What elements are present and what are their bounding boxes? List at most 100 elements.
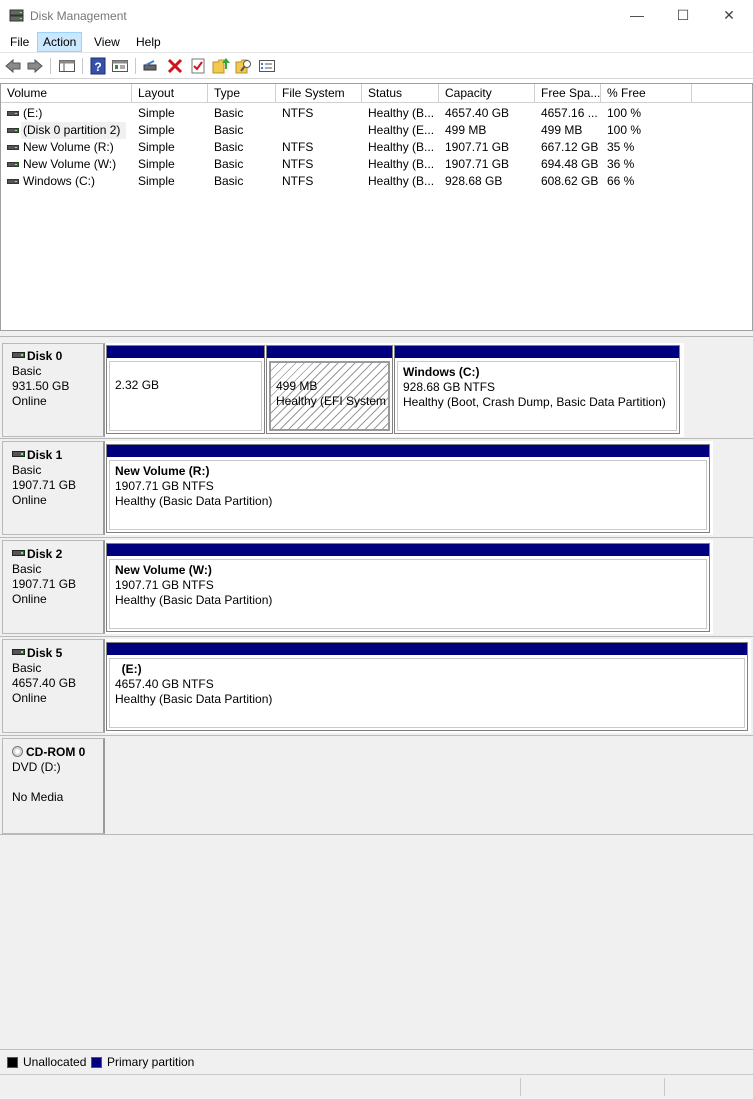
disk-type: Basic	[12, 364, 42, 378]
menu-help[interactable]: Help	[131, 32, 166, 52]
disk-name: Disk 5	[27, 646, 63, 660]
toolbar: ?	[0, 54, 753, 79]
column-header-capacity[interactable]: Capacity	[439, 84, 535, 103]
close-icon: ✕	[723, 7, 735, 23]
cdrom-0-label[interactable]: CD-ROM 0 DVD (D:) No Media	[2, 738, 105, 834]
partition-size: 2.32 GB	[115, 378, 160, 392]
column-header-file-system[interactable]: File System	[276, 84, 362, 103]
partition-body: 2.32 GB	[109, 361, 262, 431]
volume-name: Windows (C:)	[23, 174, 96, 188]
status-separator	[664, 1078, 665, 1096]
properties-icon[interactable]	[111, 57, 129, 75]
disk-1-label[interactable]: Disk 1 Basic 1907.71 GB Online	[2, 441, 105, 535]
svg-text:?: ?	[94, 60, 101, 74]
cd-icon	[12, 746, 23, 757]
table-row[interactable]: Windows (C:) Simple Basic NTFS Healthy (…	[1, 173, 701, 190]
column-header-volume[interactable]: Volume	[1, 84, 132, 103]
primary-partition-swatch	[91, 1057, 102, 1068]
disk-name: CD-ROM 0	[26, 745, 86, 759]
list-view-icon[interactable]	[258, 57, 276, 75]
volume-status: Healthy (B...	[368, 106, 435, 120]
disk-size: 4657.40 GB	[12, 676, 77, 690]
volume-name: (Disk 0 partition 2)	[21, 122, 126, 139]
disk-0-label[interactable]: Disk 0 Basic 931.50 GB Online	[2, 343, 105, 437]
disk-state: No Media	[12, 790, 64, 804]
primary-partition-bar	[107, 445, 709, 458]
toolbar-separator	[135, 58, 136, 74]
disk-state: Online	[12, 691, 47, 705]
partition-e[interactable]: (E:) 4657.40 GB NTFS Healthy (Basic Data…	[106, 642, 748, 731]
partition-disk0-efi[interactable]: 499 MB Healthy (EFI System P	[266, 345, 393, 434]
disk-icon	[12, 352, 25, 358]
partition-new-volume-w[interactable]: New Volume (W:) 1907.71 GB NTFS Healthy …	[106, 543, 710, 632]
primary-partition-bar	[267, 346, 392, 359]
volume-free-space: 608.62 GB	[541, 174, 599, 188]
volume-free-space: 694.48 GB	[541, 157, 599, 171]
unallocated-swatch	[7, 1057, 18, 1068]
forward-icon[interactable]	[26, 57, 44, 75]
table-row[interactable]: New Volume (W:) Simple Basic NTFS Health…	[1, 156, 701, 173]
partition-status: Healthy (Basic Data Partition)	[115, 494, 273, 508]
close-button[interactable]: ✕	[706, 0, 752, 31]
disk-type: Basic	[12, 661, 42, 675]
column-header-free-space[interactable]: Free Spa...	[535, 84, 601, 103]
column-header-layout[interactable]: Layout	[132, 84, 208, 103]
partition-status: Healthy (Basic Data Partition)	[115, 593, 273, 607]
disk-0-partitions: 2.32 GB 499 MB Healthy (EFI System P Win…	[105, 343, 684, 437]
menu-view[interactable]: View	[89, 32, 125, 52]
table-row[interactable]: New Volume (R:) Simple Basic NTFS Health…	[1, 139, 701, 156]
disk-state: Online	[12, 394, 47, 408]
partition-size: 4657.40 GB NTFS	[115, 677, 214, 691]
volume-percent-free: 100 %	[607, 106, 642, 120]
folder-up-icon[interactable]	[212, 57, 230, 75]
maximize-button[interactable]: ☐	[660, 0, 706, 31]
status-separator	[520, 1078, 521, 1096]
minimize-icon: —	[630, 7, 644, 23]
volume-percent-free: 100 %	[607, 123, 642, 137]
menu-action[interactable]: Action	[37, 32, 83, 52]
minimize-button[interactable]: —	[614, 0, 660, 31]
help-icon[interactable]: ?	[89, 57, 107, 75]
console-tree-icon[interactable]	[58, 57, 76, 75]
disk-2-label[interactable]: Disk 2 Basic 1907.71 GB Online	[2, 540, 105, 634]
volume-capacity: 1907.71 GB	[445, 157, 510, 171]
volume-percent-free: 66 %	[607, 174, 635, 188]
volume-layout: Simple	[138, 123, 175, 137]
table-row[interactable]: (E:) Simple Basic NTFS Healthy (B... 465…	[1, 105, 701, 122]
disk-row-divider	[0, 438, 753, 439]
column-header-type[interactable]: Type	[208, 84, 276, 103]
primary-partition-bar	[395, 346, 679, 359]
volume-free-space: 667.12 GB	[541, 140, 599, 154]
partition-size: 1907.71 GB NTFS	[115, 479, 214, 493]
table-row[interactable]: (Disk 0 partition 2) Simple Basic Health…	[1, 122, 701, 139]
volume-capacity: 1907.71 GB	[445, 140, 510, 154]
primary-partition-bar	[107, 643, 747, 656]
disk-management-app-icon	[9, 9, 24, 22]
disk-5-label[interactable]: Disk 5 Basic 4657.40 GB Online	[2, 639, 105, 733]
volume-status: Healthy (E...	[368, 123, 435, 137]
volume-percent-free: 36 %	[607, 157, 635, 171]
column-header-status[interactable]: Status	[362, 84, 439, 103]
disk-type: Basic	[12, 562, 42, 576]
disk-1-partitions: New Volume (R:) 1907.71 GB NTFS Healthy …	[105, 441, 713, 535]
delete-icon[interactable]	[166, 57, 184, 75]
volume-status: Healthy (B...	[368, 157, 435, 171]
column-header-percent-free[interactable]: % Free	[601, 84, 692, 103]
back-icon[interactable]	[4, 57, 22, 75]
volume-list-header: Volume Layout Type File System Status Ca…	[1, 84, 752, 103]
disk-state: Online	[12, 493, 47, 507]
menu-file[interactable]: File	[5, 32, 34, 52]
volume-icon	[7, 145, 19, 150]
legend-primary-partition: Primary partition	[107, 1055, 195, 1069]
partition-disk0-unlabeled[interactable]: 2.32 GB	[106, 345, 265, 434]
partition-body: New Volume (W:) 1907.71 GB NTFS Healthy …	[109, 559, 707, 629]
volume-file-system: NTFS	[282, 106, 314, 120]
disk-type: Basic	[12, 463, 42, 477]
connect-icon[interactable]	[142, 57, 160, 75]
partition-windows-c[interactable]: Windows (C:) 928.68 GB NTFS Healthy (Boo…	[394, 345, 680, 434]
volume-list[interactable]: Volume Layout Type File System Status Ca…	[0, 83, 753, 331]
check-icon[interactable]	[189, 57, 207, 75]
disk-size: 1907.71 GB	[12, 577, 77, 591]
partition-new-volume-r[interactable]: New Volume (R:) 1907.71 GB NTFS Healthy …	[106, 444, 710, 533]
search-folder-icon[interactable]	[235, 57, 253, 75]
